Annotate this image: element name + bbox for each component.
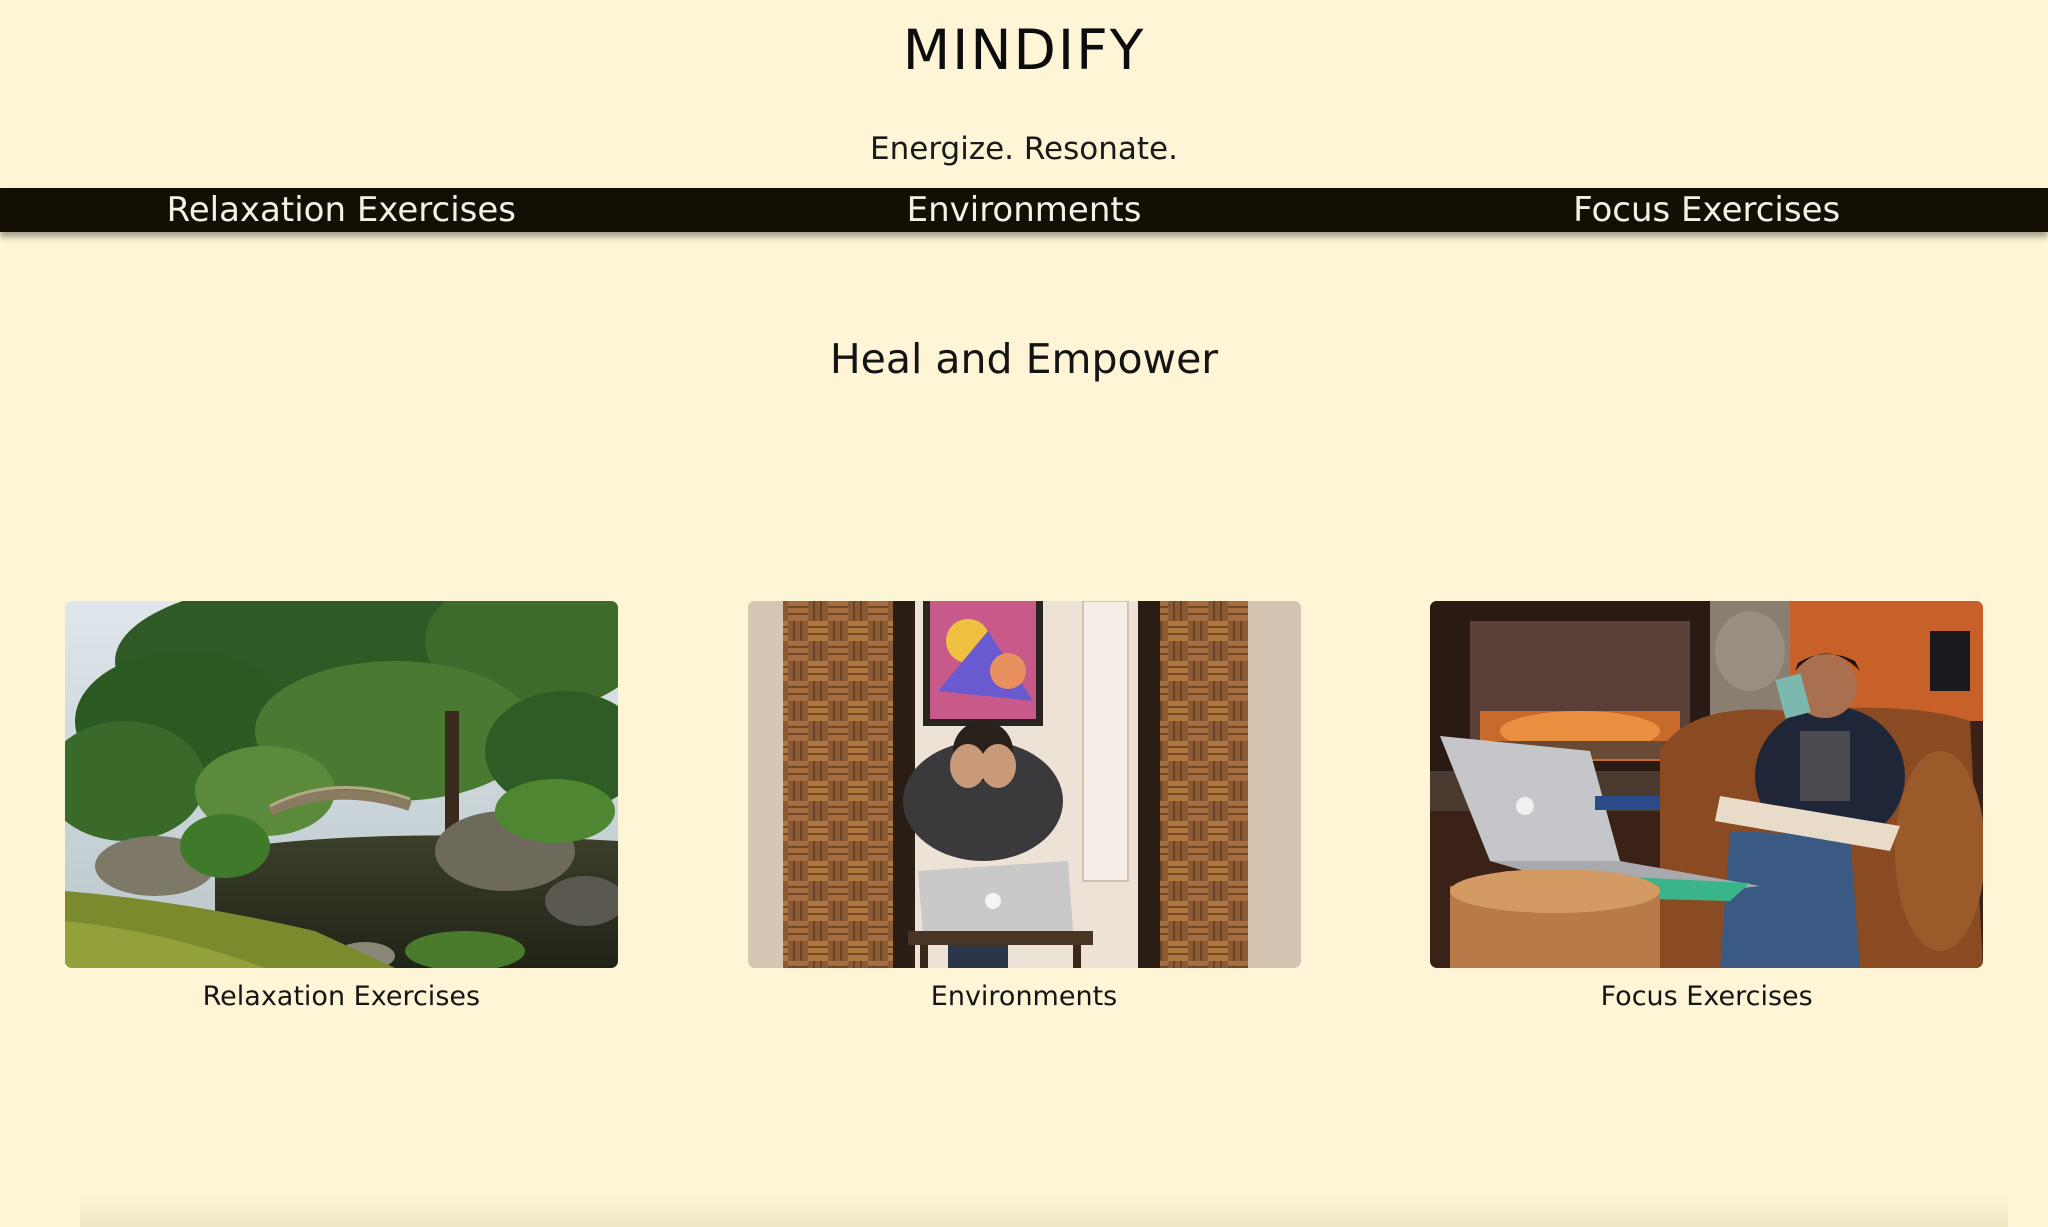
page: MINDIFY Energize. Resonate. Relaxation E… bbox=[0, 0, 2048, 1227]
man-drinking-coffee-with-laptop-photo[interactable] bbox=[1430, 601, 1984, 968]
card-grid: Relaxation Exercises Environments Focus … bbox=[0, 601, 2048, 1014]
site-header: MINDIFY Energize. Resonate. bbox=[0, 0, 2048, 167]
man-stressed-at-laptop-photo[interactable] bbox=[747, 601, 1301, 968]
site-title[interactable]: MINDIFY bbox=[0, 0, 2048, 80]
card-relaxation-exercises[interactable]: Relaxation Exercises bbox=[0, 601, 683, 1014]
section-heading: Heal and Empower bbox=[829, 335, 1219, 383]
navbar: Relaxation Exercises Environments Focus … bbox=[0, 188, 2048, 232]
card-focus-exercises[interactable]: Focus Exercises bbox=[1365, 601, 2048, 1014]
card-label-environments: Environments bbox=[930, 981, 1118, 1012]
nav-item-relaxation-exercises[interactable]: Relaxation Exercises bbox=[0, 188, 683, 232]
card-label-relaxation-exercises: Relaxation Exercises bbox=[202, 981, 481, 1012]
tagline: Energize. Resonate. bbox=[870, 131, 1178, 167]
japanese-garden-bridge-photo[interactable] bbox=[64, 601, 618, 968]
footer-shadow bbox=[80, 1195, 2008, 1227]
card-label-focus-exercises: Focus Exercises bbox=[1600, 981, 1813, 1012]
nav-item-focus-exercises[interactable]: Focus Exercises bbox=[1365, 188, 2048, 232]
card-environments[interactable]: Environments bbox=[683, 601, 1366, 1014]
nav-item-environments[interactable]: Environments bbox=[683, 188, 1366, 232]
